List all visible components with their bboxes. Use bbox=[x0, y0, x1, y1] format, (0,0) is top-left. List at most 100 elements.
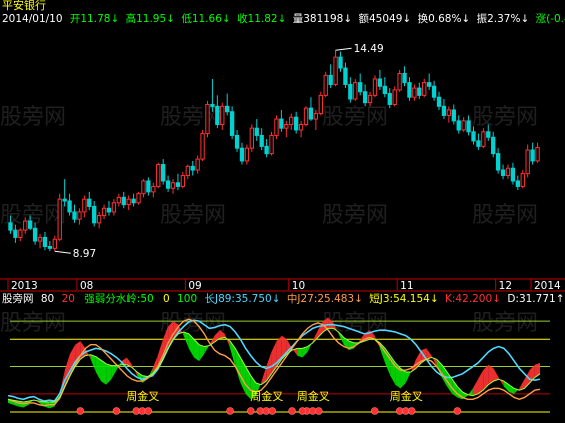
candle-body bbox=[37, 236, 43, 242]
candle bbox=[520, 170, 525, 189]
watermark: 股旁网 bbox=[0, 105, 66, 130]
level-50: 50 bbox=[140, 293, 153, 305]
candle-body bbox=[284, 124, 289, 129]
candle-body bbox=[254, 127, 259, 136]
candle-body bbox=[446, 109, 452, 116]
candle bbox=[96, 211, 102, 229]
candle bbox=[343, 62, 348, 89]
candlestick-series bbox=[8, 50, 540, 252]
candle-body bbox=[180, 174, 186, 187]
candle-body bbox=[32, 227, 38, 242]
candle-body bbox=[92, 205, 97, 224]
candle bbox=[101, 204, 107, 220]
candle-body bbox=[18, 229, 23, 238]
watermark: 股旁网 bbox=[322, 105, 388, 130]
signal-dot bbox=[453, 407, 462, 415]
level-20: 20 bbox=[62, 293, 75, 305]
candle-body bbox=[101, 207, 107, 217]
candle bbox=[338, 51, 343, 72]
signal-dot bbox=[407, 407, 416, 415]
candle bbox=[42, 231, 48, 251]
candle-body bbox=[323, 74, 328, 96]
candle-body bbox=[461, 120, 466, 131]
candle-body bbox=[151, 185, 156, 193]
candle-body bbox=[313, 113, 319, 120]
stock-name: 平安银行 bbox=[2, 0, 46, 12]
strength-ribbon bbox=[188, 333, 194, 358]
candle bbox=[72, 204, 77, 223]
candle bbox=[67, 193, 72, 216]
open-label: 开 bbox=[70, 13, 81, 25]
candle-body bbox=[431, 85, 437, 98]
candle bbox=[461, 117, 466, 132]
close-value: 11.82 bbox=[248, 13, 278, 25]
candle-body bbox=[338, 56, 343, 69]
close-label: 收 bbox=[237, 12, 248, 25]
candle bbox=[37, 233, 43, 249]
price-annotation: 14.49 bbox=[354, 43, 384, 55]
golden-cross-label: 周金叉 bbox=[390, 389, 423, 403]
turnover-value: 0.68% bbox=[428, 13, 461, 25]
candle bbox=[491, 131, 496, 158]
candle-body bbox=[358, 82, 363, 93]
turnover-arrow: ↓ bbox=[461, 13, 470, 25]
candle bbox=[116, 193, 121, 207]
candle-body bbox=[495, 153, 501, 171]
signal-dot bbox=[246, 407, 255, 415]
candle-body bbox=[486, 131, 491, 138]
candle bbox=[52, 235, 57, 252]
candle-body bbox=[407, 82, 412, 98]
high-arrow: ↓ bbox=[166, 13, 175, 25]
candle-body bbox=[244, 147, 250, 162]
candle-body bbox=[225, 105, 230, 113]
change-value: (-0.41)-3. bbox=[546, 13, 565, 25]
candle-body bbox=[417, 87, 422, 96]
close-arrow: ↓ bbox=[278, 13, 287, 25]
candle-body bbox=[362, 91, 368, 104]
candle-body bbox=[156, 164, 161, 187]
time-tick-label: 2014 bbox=[534, 280, 561, 292]
signal-dot bbox=[226, 407, 234, 415]
candle-body bbox=[52, 238, 57, 249]
candle-body bbox=[116, 196, 121, 204]
candle-body bbox=[229, 111, 235, 136]
candle bbox=[298, 120, 304, 138]
candle-body bbox=[146, 180, 151, 193]
candle-body bbox=[131, 198, 136, 204]
candle-body bbox=[387, 93, 392, 105]
candle bbox=[510, 162, 516, 185]
candle-body bbox=[77, 211, 82, 220]
candle bbox=[318, 91, 323, 116]
candle bbox=[82, 195, 87, 218]
signal-dot bbox=[298, 407, 307, 415]
candle bbox=[180, 171, 186, 189]
candle bbox=[165, 175, 171, 192]
candle-body bbox=[62, 198, 67, 202]
candle-body bbox=[249, 127, 254, 149]
watermark: 股旁网 bbox=[322, 203, 388, 228]
candle bbox=[525, 144, 530, 178]
indicator-panel: 周金叉 周金叉 周金叉 周金叉 bbox=[7, 317, 550, 415]
candle-body bbox=[165, 180, 171, 189]
candle bbox=[229, 106, 235, 140]
candle-body bbox=[441, 105, 447, 116]
long-line-arrow: ↓ bbox=[272, 293, 281, 305]
candle bbox=[348, 77, 353, 103]
candle-body bbox=[456, 120, 461, 131]
candle bbox=[515, 175, 520, 191]
k-arrow: ↓ bbox=[492, 293, 501, 305]
signal-dot bbox=[76, 407, 85, 415]
candle-body bbox=[294, 116, 299, 131]
candle bbox=[407, 77, 412, 101]
change-label: 涨 bbox=[536, 13, 547, 25]
candle-body bbox=[515, 180, 520, 187]
candle bbox=[392, 86, 397, 107]
candle bbox=[274, 115, 279, 140]
watermark: 股旁网 bbox=[472, 203, 538, 228]
time-axis: 2013 08 09 10 11 12 2014 bbox=[7, 279, 561, 292]
time-tick-label: 2013 bbox=[11, 280, 38, 292]
stock-chart-panel: 股旁网 股旁网 股旁网 股旁网 股旁网 股旁网 股旁网 股旁网 股旁网 股旁网 … bbox=[0, 0, 565, 415]
candle bbox=[279, 109, 284, 132]
candle bbox=[131, 193, 136, 207]
candle bbox=[259, 128, 264, 150]
